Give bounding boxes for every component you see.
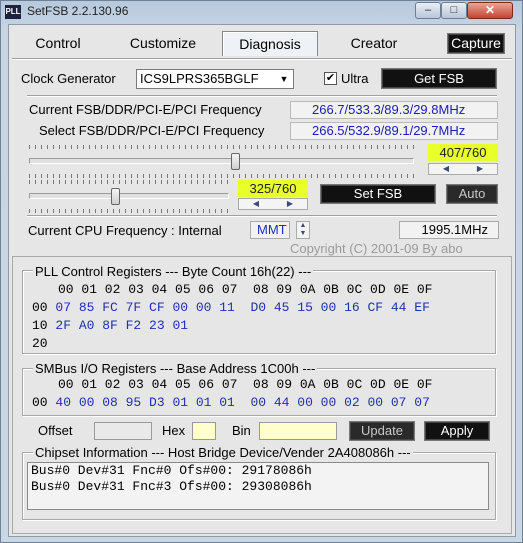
- slider1-ticks: [29, 145, 414, 149]
- hex-label: Hex: [162, 423, 186, 438]
- pll-column-headers: 00 01 02 03 04 05 06 07 08 09 0A 0B 0C 0…: [58, 282, 433, 297]
- arrow-up-icon[interactable]: ▲: [297, 222, 309, 230]
- hex-field[interactable]: [192, 422, 216, 440]
- maximize-icon: □: [450, 4, 458, 16]
- pll-row-20: 20: [32, 336, 55, 351]
- tab-customize[interactable]: Customize: [114, 31, 212, 55]
- smbus-row-00: 00 40 00 08 95 D3 01 01 01 00 44 00 00 0…: [32, 395, 430, 410]
- pll-row-values[interactable]: 2F A0 8F F2 23 01: [55, 318, 188, 333]
- minimize-icon: –: [424, 4, 432, 16]
- close-button[interactable]: ✕: [467, 2, 513, 19]
- bin-label: Bin: [232, 423, 251, 438]
- check-icon: ✔: [325, 72, 336, 84]
- get-fsb-button[interactable]: Get FSB: [381, 68, 497, 89]
- maximize-button[interactable]: □: [441, 2, 467, 19]
- smbus-column-headers: 00 01 02 03 04 05 06 07 08 09 0A 0B 0C 0…: [58, 377, 433, 392]
- slider2-ticks-bottom: [29, 209, 229, 213]
- arrow-down-icon[interactable]: ▼: [297, 230, 309, 238]
- cpu-freq-label: Current CPU Frequency : Internal: [28, 223, 222, 238]
- divider-2: [27, 215, 497, 217]
- select-freq-value: 266.5/532.9/89.1/29.7MHz: [290, 122, 498, 140]
- fsb-slider-track[interactable]: [29, 158, 414, 164]
- secondary-slider-stepper[interactable]: ◀ ▶: [238, 198, 308, 210]
- tab-creator[interactable]: Creator: [334, 31, 414, 55]
- bin-field[interactable]: [259, 422, 337, 440]
- title-bar[interactable]: PLL SetFSB 2.2.130.96 – □ ✕: [1, 1, 522, 23]
- chipset-info-header: Chipset Information --- Host Bridge Devi…: [33, 445, 413, 460]
- fsb-slider-value: 407/760: [428, 144, 498, 161]
- select-freq-label: Select FSB/DDR/PCI-E/PCI Frequency: [39, 123, 265, 138]
- secondary-slider-value: 325/760: [238, 180, 308, 197]
- cpu-mode-field[interactable]: MMT: [250, 221, 290, 239]
- clock-generator-value: ICS9LPRS365BGLF: [140, 71, 259, 86]
- pll-row-addr: 20: [32, 336, 48, 351]
- slider2-ticks: [29, 180, 229, 184]
- pll-registers-header: PLL Control Registers --- Byte Count 16h…: [33, 264, 314, 279]
- chipset-line: Bus#0 Dev#31 Fnc#3 Ofs#00: 29308086h: [31, 479, 312, 494]
- secondary-slider-thumb[interactable]: [110, 188, 120, 205]
- secondary-slider-track[interactable]: [29, 193, 229, 199]
- update-button[interactable]: Update: [349, 421, 415, 441]
- close-icon: ✕: [484, 3, 496, 17]
- offset-label: Offset: [38, 423, 73, 438]
- arrow-right-icon[interactable]: ▶: [273, 199, 307, 209]
- copyright-text: Copyright (C) 2001-09 By abo: [290, 241, 463, 256]
- smbus-registers-header: SMBus I/O Registers --- Base Address 1C0…: [33, 361, 318, 376]
- ultra-checkbox[interactable]: ✔: [324, 72, 337, 85]
- auto-button[interactable]: Auto: [446, 184, 498, 204]
- current-freq-label: Current FSB/DDR/PCI-E/PCI Frequency: [29, 102, 262, 117]
- chevron-down-icon: ▼: [279, 74, 289, 84]
- arrow-left-icon[interactable]: ◀: [239, 199, 273, 209]
- ultra-label: Ultra: [341, 71, 369, 86]
- set-fsb-button[interactable]: Set FSB: [320, 184, 436, 204]
- smbus-row-values[interactable]: 40 00 08 95 D3 01 01 01 00 44 00 00 02 0…: [55, 395, 429, 410]
- arrow-left-icon[interactable]: ◀: [429, 164, 463, 174]
- pll-row-values[interactable]: 07 85 FC 7F CF 00 00 11 D0 45 15 00 16 C…: [55, 300, 429, 315]
- offset-field[interactable]: [94, 422, 152, 440]
- tab-divider: [12, 58, 512, 60]
- tab-diagnosis[interactable]: Diagnosis: [222, 31, 318, 56]
- fsb-slider-thumb[interactable]: [231, 153, 241, 170]
- client-area: Control Customize Diagnosis Creator Capt…: [8, 24, 516, 537]
- chipset-line: Bus#0 Dev#31 Fnc#0 Ofs#00: 29178086h: [31, 463, 312, 478]
- pll-row-10: 10 2F A0 8F F2 23 01: [32, 318, 188, 333]
- slider1-ticks-bottom: [29, 174, 414, 178]
- smbus-row-addr: 00: [32, 395, 48, 410]
- pll-row-addr: 00: [32, 300, 48, 315]
- setfsb-window: PLL SetFSB 2.2.130.96 – □ ✕ Control Cust…: [0, 0, 523, 543]
- pll-row-addr: 10: [32, 318, 48, 333]
- fsb-slider-stepper[interactable]: ◀ ▶: [428, 163, 498, 175]
- arrow-right-icon[interactable]: ▶: [463, 164, 497, 174]
- clock-generator-label: Clock Generator: [21, 71, 116, 86]
- tab-control[interactable]: Control: [19, 31, 97, 55]
- chipset-info-output[interactable]: Bus#0 Dev#31 Fnc#0 Ofs#00: 29178086h Bus…: [27, 462, 489, 510]
- pll-app-icon: PLL: [5, 5, 21, 19]
- clock-generator-select[interactable]: ICS9LPRS365BGLF ▼: [136, 69, 294, 89]
- apply-button[interactable]: Apply: [424, 421, 490, 441]
- window-title: SetFSB 2.2.130.96: [27, 4, 129, 18]
- current-freq-value: 266.7/533.3/89.3/29.8MHz: [290, 101, 498, 119]
- cpu-mode-spinner[interactable]: ▲ ▼: [296, 221, 310, 239]
- pll-row-00: 00 07 85 FC 7F CF 00 00 11 D0 45 15 00 1…: [32, 300, 430, 315]
- cpu-freq-value: 1995.1MHz: [399, 221, 499, 239]
- capture-button[interactable]: Capture: [447, 33, 505, 54]
- divider-1: [27, 95, 497, 97]
- minimize-button[interactable]: –: [415, 2, 441, 19]
